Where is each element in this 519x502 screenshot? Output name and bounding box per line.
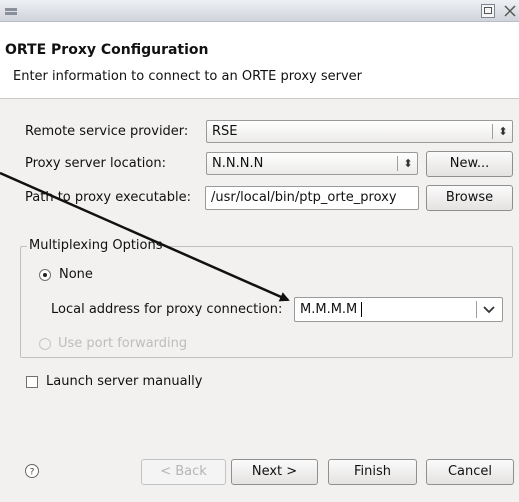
- maximize-icon[interactable]: [481, 4, 495, 18]
- wizard-banner: ORTE Proxy Configuration Enter informati…: [0, 22, 519, 98]
- text-cursor: [361, 302, 362, 317]
- proxy-location-label: Proxy server location:: [25, 156, 166, 171]
- svg-text:?: ?: [30, 468, 35, 478]
- path-input[interactable]: /usr/local/bin/ptp_orte_proxy: [205, 186, 419, 210]
- updown-chevron-icon: ⬍: [403, 157, 413, 170]
- window-title-bar[interactable]: [0, 0, 519, 22]
- local-address-combo[interactable]: M.M.M.M: [294, 297, 503, 322]
- help-icon[interactable]: ?: [24, 463, 40, 479]
- new-button[interactable]: New...: [426, 151, 513, 177]
- remote-provider-select[interactable]: RSE ⬍: [206, 120, 513, 143]
- next-button[interactable]: Next >: [231, 459, 318, 485]
- close-icon[interactable]: [503, 4, 517, 18]
- remote-provider-value: RSE: [212, 124, 238, 139]
- finish-button[interactable]: Finish: [328, 459, 417, 485]
- window-menu-icon[interactable]: [4, 4, 18, 18]
- page-title: ORTE Proxy Configuration: [5, 42, 209, 58]
- proxy-location-value: N.N.N.N: [212, 156, 264, 171]
- local-address-label: Local address for proxy connection:: [51, 302, 283, 317]
- local-address-value: M.M.M.M: [300, 302, 358, 317]
- port-forwarding-radio[interactable]: [39, 338, 51, 350]
- updown-chevron-icon: ⬍: [498, 125, 508, 138]
- page-description: Enter information to connect to an ORTE …: [13, 69, 362, 84]
- back-button[interactable]: < Back: [141, 459, 226, 485]
- multiplexing-group-label: Multiplexing Options: [27, 238, 165, 253]
- none-label: None: [59, 267, 93, 282]
- none-radio[interactable]: [39, 269, 51, 281]
- remote-provider-label: Remote service provider:: [25, 124, 189, 139]
- port-forwarding-label: Use port forwarding: [58, 336, 188, 351]
- proxy-location-select[interactable]: N.N.N.N ⬍: [206, 152, 418, 175]
- chevron-down-icon: [483, 306, 495, 314]
- launch-manually-label: Launch server manually: [46, 374, 203, 389]
- cancel-button[interactable]: Cancel: [426, 459, 514, 485]
- browse-button[interactable]: Browse: [426, 185, 513, 211]
- launch-manually-checkbox[interactable]: [26, 376, 38, 388]
- path-label: Path to proxy executable:: [25, 190, 192, 205]
